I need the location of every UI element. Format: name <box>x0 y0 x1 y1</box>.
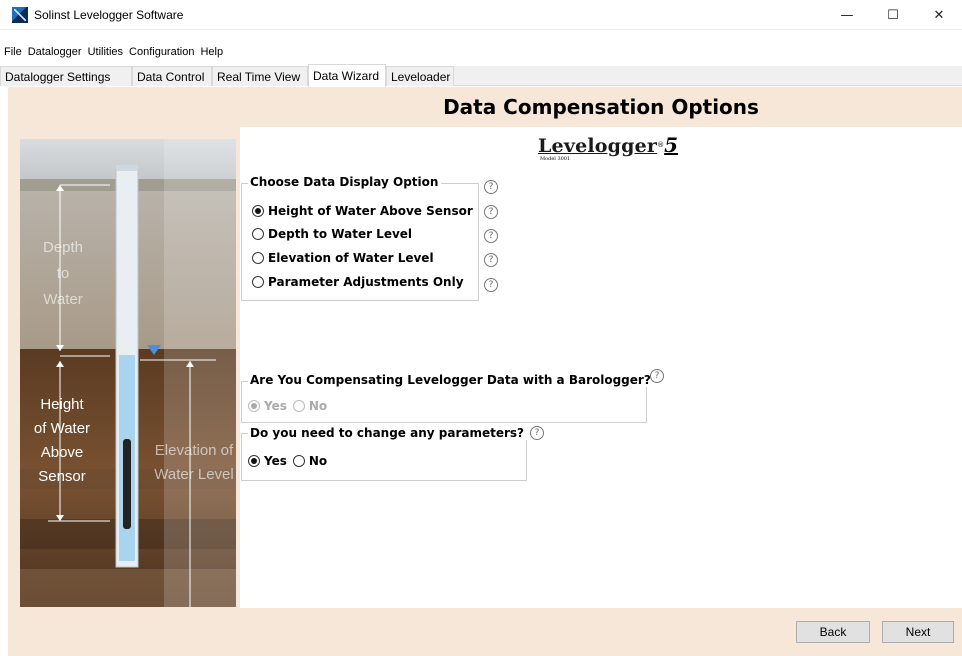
help-icon-depth[interactable]: ? <box>484 229 498 243</box>
tab-real-time-view[interactable]: Real Time View <box>212 66 308 86</box>
barologger-no[interactable]: No <box>292 399 328 413</box>
help-icon-display-option[interactable]: ? <box>484 180 498 194</box>
radio-parameters-no[interactable] <box>292 455 305 467</box>
menu-help[interactable]: Help <box>198 46 227 58</box>
maximize-button[interactable]: ☐ <box>870 0 916 30</box>
logo-name: Levelogger <box>538 135 658 157</box>
logo-version: 5 <box>664 133 679 157</box>
height-of-water-label: Height of Water Above Sensor <box>22 393 102 489</box>
parameters-no[interactable]: No <box>292 454 328 468</box>
height-line-2: of Water <box>33 420 91 437</box>
logo-model: Model 3001 <box>540 156 571 162</box>
parameters-options: Yes No <box>248 454 333 468</box>
radio-barologger-no[interactable] <box>292 400 305 412</box>
levelogger-logo: Levelogger®5 Model 3001 <box>538 133 679 162</box>
barologger-yes[interactable]: Yes <box>248 399 287 413</box>
radio-elevation[interactable] <box>252 252 264 264</box>
tab-data-control[interactable]: Data Control <box>132 66 212 86</box>
option-height-label: Height of Water Above Sensor <box>268 204 473 218</box>
option-elevation[interactable]: Elevation of Water Level <box>252 251 434 265</box>
parameters-yes[interactable]: Yes <box>248 454 287 468</box>
depth-line-3: Water <box>43 291 83 308</box>
window-title: Solinst Levelogger Software <box>34 7 184 22</box>
elevation-line-2: Water Level <box>154 466 234 483</box>
tab-datalogger-settings[interactable]: Datalogger Settings <box>0 66 132 86</box>
tab-bar: Datalogger Settings Data Control Real Ti… <box>0 64 962 87</box>
radio-parameter-adjustments[interactable] <box>252 276 264 288</box>
height-line-1: Height <box>40 396 84 413</box>
tab-leveloader[interactable]: Leveloader <box>386 66 454 86</box>
next-button[interactable]: Next <box>882 621 954 643</box>
depth-line-1: Depth <box>42 239 84 256</box>
depth-to-water-label: Depth to Water <box>28 235 98 313</box>
content-area: Data Compensation Options Depth to Water… <box>8 87 962 656</box>
option-parameter-label: Parameter Adjustments Only <box>268 275 464 289</box>
page-title: Data Compensation Options <box>443 95 759 119</box>
help-icon-height[interactable]: ? <box>484 205 498 219</box>
illustration-panel: Depth to Water Height of Water Above Sen… <box>8 127 240 608</box>
well-illustration: Depth to Water Height of Water Above Sen… <box>20 139 236 607</box>
back-button[interactable]: Back <box>796 621 870 643</box>
help-icon-elevation[interactable]: ? <box>484 253 498 267</box>
help-icon-parameters[interactable]: ? <box>530 426 544 440</box>
tab-data-wizard[interactable]: Data Wizard <box>308 64 386 87</box>
help-icon-barologger[interactable]: ? <box>650 369 664 383</box>
parameters-yes-label: Yes <box>264 454 287 468</box>
option-depth-label: Depth to Water Level <box>268 227 413 241</box>
radio-barologger-yes[interactable] <box>248 400 260 412</box>
menu-utilities[interactable]: Utilities <box>86 46 127 58</box>
elevation-label: Elevation of Water Level <box>146 439 236 487</box>
help-icon-parameter-adjustments[interactable]: ? <box>484 278 498 292</box>
radio-parameters-yes[interactable] <box>248 455 260 467</box>
option-depth-to-water[interactable]: Depth to Water Level <box>252 227 412 241</box>
parameters-legend: Do you need to change any parameters? <box>248 426 528 440</box>
radio-depth-to-water[interactable] <box>252 228 264 240</box>
title-bar: Solinst Levelogger Software — ☐ ✕ <box>0 0 962 30</box>
close-button[interactable]: ✕ <box>916 0 962 30</box>
menu-bar: File Datalogger Utilities Configuration … <box>0 42 962 62</box>
parameters-no-label: No <box>308 454 328 468</box>
menu-file[interactable]: File <box>2 46 26 58</box>
window-controls: — ☐ ✕ <box>824 0 962 30</box>
height-line-3: Above <box>40 444 84 461</box>
depth-line-2: to <box>56 265 70 282</box>
barologger-yes-label: Yes <box>264 399 287 413</box>
barologger-legend: Are You Compensating Levelogger Data wit… <box>248 373 654 387</box>
radio-height-of-water[interactable] <box>252 205 264 217</box>
elevation-line-1: Elevation of <box>154 442 234 459</box>
minimize-button[interactable]: — <box>824 0 870 30</box>
option-height-of-water[interactable]: Height of Water Above Sensor <box>252 204 473 218</box>
app-logo-icon <box>12 6 28 23</box>
options-panel: Levelogger®5 Model 3001 Choose Data Disp… <box>240 127 962 608</box>
display-option-legend: Choose Data Display Option <box>248 175 442 189</box>
barologger-options: Yes No <box>248 399 333 413</box>
height-line-4: Sensor <box>38 468 86 485</box>
menu-datalogger[interactable]: Datalogger <box>26 46 86 58</box>
menu-configuration[interactable]: Configuration <box>127 46 198 58</box>
option-elevation-label: Elevation of Water Level <box>268 251 434 265</box>
option-parameter-adjustments[interactable]: Parameter Adjustments Only <box>252 275 464 289</box>
barologger-no-label: No <box>308 399 328 413</box>
well-diagram-graphic <box>20 139 236 607</box>
